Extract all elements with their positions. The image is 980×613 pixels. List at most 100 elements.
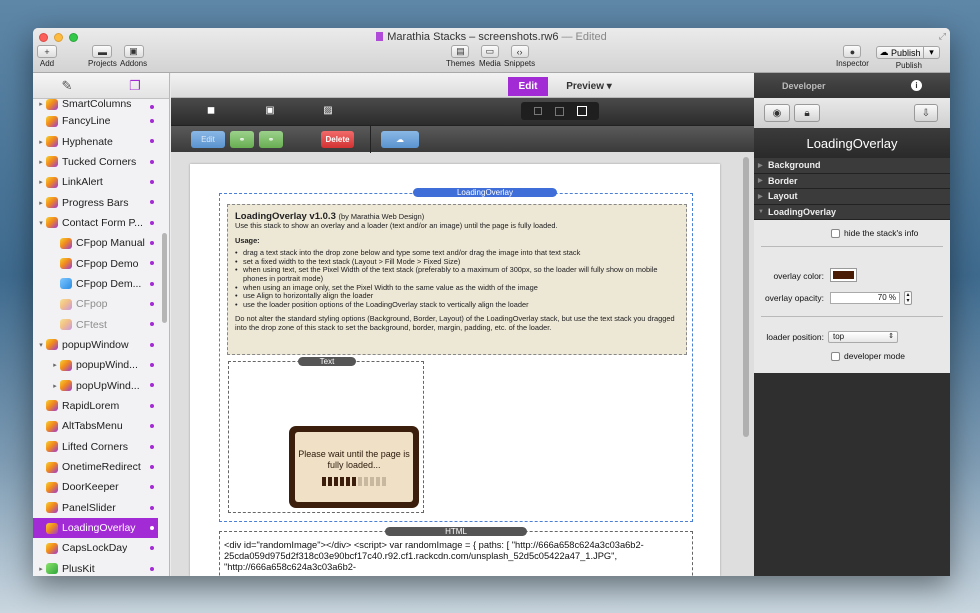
disclosure-closed-icon[interactable]: ▸ (36, 565, 46, 573)
sidebar-item[interactable]: ▸ popUpWind... (33, 375, 158, 395)
usage-title: Usage: (235, 235, 260, 245)
wrench-icon[interactable]: ✎ (33, 73, 101, 98)
sidebar-item[interactable]: FancyLine (33, 111, 158, 131)
stack-icon (46, 502, 58, 514)
image-icon[interactable]: ▨ (322, 105, 334, 116)
lock-icon[interactable]: 🔒︎ (794, 104, 820, 122)
sidebar-item[interactable]: ▸ popupWind... (33, 355, 158, 375)
hide-info-checkbox[interactable]: hide the stack's info (831, 228, 918, 238)
disclosure-closed-icon[interactable]: ▸ (36, 100, 46, 108)
sidebar-item-label: CFpop Manual (76, 237, 145, 250)
sidebar-item[interactable]: ▸ SmartColumns (33, 97, 158, 111)
developer-tab[interactable]: Developer (782, 81, 826, 91)
eye-icon[interactable]: ◉ (764, 104, 790, 122)
editor-scrollbar[interactable] (743, 157, 749, 437)
layout-icon[interactable]: ▣ (264, 105, 276, 116)
disclosure-closed-icon[interactable]: ▸ (36, 138, 46, 146)
sidebar-item[interactable]: ▸ LinkAlert (33, 172, 158, 192)
sidebar-item[interactable]: DoorKeeper (33, 477, 158, 497)
publish-button[interactable]: ☁ Publish (876, 46, 924, 59)
inspector-section[interactable]: ▶ Background (754, 158, 950, 174)
stacks-library-icon[interactable]: ❐ (101, 73, 169, 98)
color-swatch (833, 271, 854, 279)
disclosure-closed-icon[interactable]: ▸ (36, 158, 46, 166)
inspector-button[interactable]: ● Inspector (836, 45, 869, 68)
edit-stack-button[interactable]: Edit (191, 131, 225, 148)
sidebar-item[interactable]: LoadingOverlay (33, 517, 158, 539)
large-view-icon[interactable] (576, 106, 587, 116)
sidebar-item[interactable]: CFpop Demo (33, 253, 158, 273)
disclosure-closed-icon[interactable]: ▸ (36, 178, 46, 186)
sidebar-item[interactable]: RapidLorem (33, 396, 158, 416)
sidebar-item[interactable]: ▾ Contact Form P... (33, 213, 158, 233)
media-button[interactable]: ▭ Media (479, 45, 501, 68)
sidebar-item[interactable]: ▸ Tucked Corners (33, 152, 158, 172)
inspector-section[interactable]: ▼ LoadingOverlay (754, 204, 950, 220)
info-icon[interactable]: i (911, 80, 922, 91)
sidebar-item-label: CFtest (76, 318, 107, 331)
sidebar-item[interactable]: ▾ popupWindow (33, 335, 158, 355)
loader-segment (352, 476, 356, 486)
stack-icon (60, 237, 72, 249)
unlink-icon[interactable]: ⚭ (259, 131, 283, 148)
checkbox-box[interactable] (831, 351, 840, 361)
inspector-section[interactable]: ▶ Layout (754, 189, 950, 205)
publish-menu-chevron-down-icon[interactable]: ▾ (924, 46, 940, 59)
inspector-section-label: LoadingOverlay (768, 206, 837, 217)
disclosure-open-icon[interactable]: ▾ (36, 341, 46, 349)
medium-view-icon[interactable] (554, 106, 564, 116)
projects-button[interactable]: ▬ Projects (88, 45, 117, 68)
sidebar-item[interactable]: Lifted Corners (33, 437, 158, 457)
disclosure-closed-icon[interactable]: ▸ (36, 199, 46, 207)
sidebar-item[interactable]: ▸ Progress Bars (33, 192, 158, 212)
loadingoverlay-stack[interactable]: LoadingOverlay LoadingOverlay v1.0.3 (by… (219, 188, 693, 522)
snippets-button[interactable]: ‹› Snippets (504, 45, 535, 68)
loader-position-select[interactable]: top ⇕ (828, 331, 898, 343)
overlay-opacity-field[interactable]: 70 % (830, 292, 900, 304)
sidebar-item[interactable]: CFpop Dem... (33, 274, 158, 294)
view-size-switcher[interactable] (521, 102, 599, 120)
checkbox-box[interactable] (831, 228, 840, 238)
text-drop-zone[interactable]: Text Please wait until the page is fully… (228, 357, 424, 513)
disclosure-open-icon[interactable]: ▾ (36, 219, 46, 227)
sidebar-item[interactable]: ▸ Hyphenate (33, 131, 158, 151)
sidebar-item-label: PlusKit (62, 562, 95, 575)
export-icon[interactable]: ⇩ (914, 104, 938, 122)
fullscreen-icon[interactable]: ⤢ (939, 31, 946, 42)
cloud-icon[interactable]: ☁ (381, 131, 419, 148)
add-button[interactable]: + Add (37, 45, 57, 68)
small-view-icon[interactable] (533, 107, 542, 115)
sidebar-item[interactable]: AltTabsMenu (33, 416, 158, 436)
opacity-stepper[interactable]: ▴ ▾ (904, 291, 912, 305)
sidebar-item-label: LinkAlert (62, 176, 103, 189)
projects-icon: ▬ (92, 45, 113, 58)
overlay-color-well[interactable] (830, 268, 857, 282)
disclosure-closed-icon[interactable]: ▸ (50, 361, 60, 369)
page-canvas[interactable]: LoadingOverlay LoadingOverlay v1.0.3 (by… (190, 164, 720, 576)
stack-tag[interactable]: LoadingOverlay (413, 188, 557, 197)
stack-icon (46, 339, 58, 351)
sidebar-item[interactable]: CFtest (33, 314, 158, 334)
addons-button[interactable]: ▣ Addons (120, 45, 147, 68)
box-icon[interactable]: ◼ (205, 105, 217, 116)
sidebar-item[interactable]: CapsLockDay (33, 538, 158, 558)
disclosure-closed-icon[interactable]: ▸ (50, 382, 60, 390)
sidebar-item[interactable]: CFpop (33, 294, 158, 314)
stack-icon (60, 359, 72, 371)
sidebar-item[interactable]: OnetimeRedirect (33, 457, 158, 477)
chevron-updown-icon: ⇕ (888, 333, 894, 340)
inspector-section[interactable]: ▶ Border (754, 173, 950, 189)
sidebar-item[interactable]: CFpop Manual (33, 233, 158, 253)
sidebar-scrollbar[interactable] (162, 233, 167, 323)
sidebar-item[interactable]: ▸ PlusKit (33, 559, 158, 576)
html-stack[interactable]: HTML <div id="randomImage"></div> <scrip… (219, 527, 693, 576)
developer-mode-checkbox[interactable]: developer mode (831, 351, 905, 361)
html-stack-tag[interactable]: HTML (385, 527, 527, 536)
themes-button[interactable]: ▤ Themes (446, 45, 475, 68)
link-icon[interactable]: ⚭ (230, 131, 254, 148)
sidebar-item[interactable]: PanelSlider (33, 498, 158, 518)
text-stack-tag[interactable]: Text (298, 357, 356, 366)
tab-edit[interactable]: Edit (508, 77, 548, 96)
tab-preview[interactable]: Preview ▾ (554, 77, 624, 96)
delete-button[interactable]: Delete (321, 131, 354, 148)
